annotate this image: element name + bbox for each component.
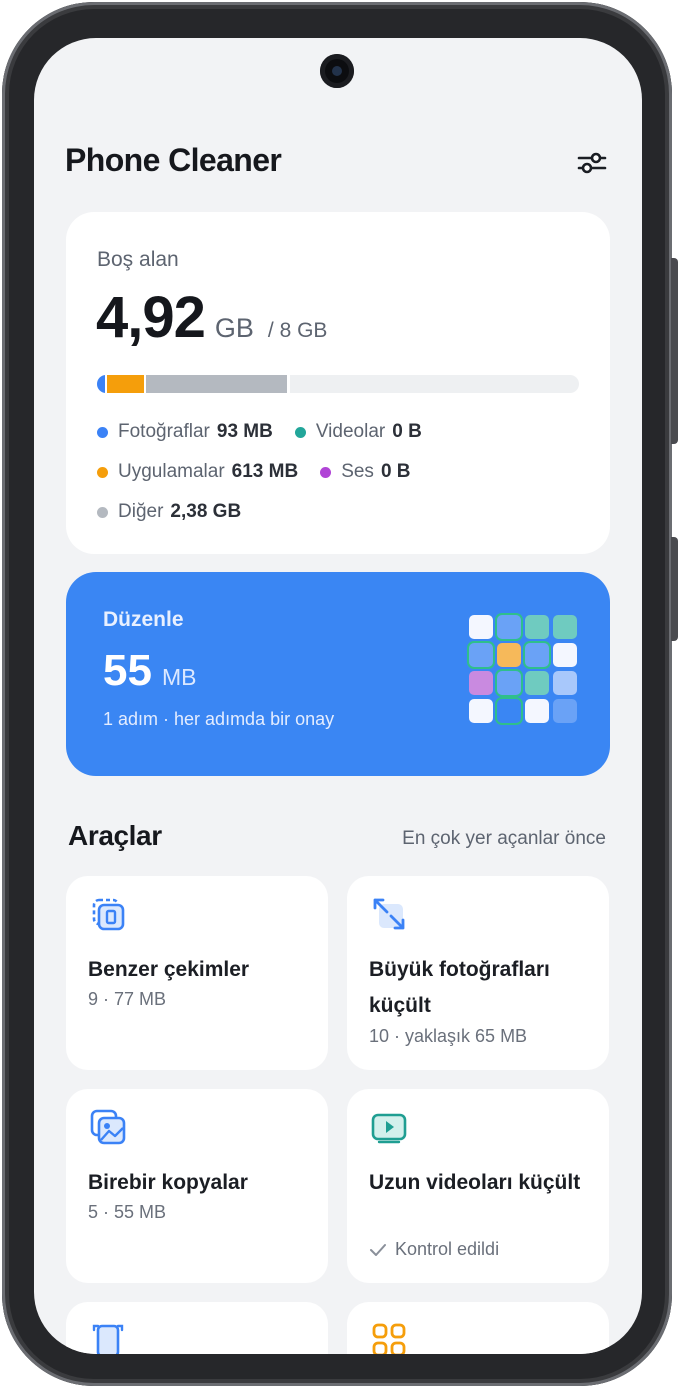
organize-card[interactable]: Düzenle 55 MB 1 adım · her adımda bir on… xyxy=(66,572,610,776)
similar-photos-icon xyxy=(92,898,125,931)
sliders-icon xyxy=(577,152,607,174)
legend-value: 2,38 GB xyxy=(170,501,242,522)
check-icon xyxy=(370,1243,386,1256)
legend-dot xyxy=(97,426,108,438)
legend-dot xyxy=(320,466,332,478)
tool-card-compress-videos[interactable]: Uzun videoları küçült Kontrol edildi xyxy=(347,1089,609,1283)
tool-card-screenshots[interactable] xyxy=(66,1302,328,1354)
app-title: Phone Cleaner xyxy=(65,142,282,178)
compress-arrows-icon xyxy=(373,898,405,930)
free-space-value: 4,92 GB / 8 GB xyxy=(96,284,327,351)
total-space: / 8 GB xyxy=(267,319,328,342)
tool-meta-text: Kontrol edildi xyxy=(395,1239,500,1259)
legend-dot xyxy=(97,506,108,518)
filter-settings-button[interactable] xyxy=(572,146,612,180)
bar-segment-apps xyxy=(107,375,144,393)
tool-card-exact-duplicates[interactable]: Birebir kopyalar 5 · 55 MB xyxy=(66,1089,328,1283)
free-space-number: 4,92 xyxy=(96,285,206,350)
organize-amount-number: 55 xyxy=(103,646,152,695)
duplicate-images-icon xyxy=(90,1109,126,1145)
organize-title: Düzenle xyxy=(103,608,184,631)
legend-label: Diğer xyxy=(118,501,164,522)
organize-subtitle: 1 adım · her adımda bir onay xyxy=(103,709,335,729)
tool-meta: 10 · yaklaşık 65 MB xyxy=(369,1026,528,1046)
volume-button xyxy=(671,258,678,444)
apps-grid-icon xyxy=(372,1323,406,1354)
storage-legend: Fotoğraflar 93 MB Videolar 0 B Uygulamal… xyxy=(97,412,587,532)
tool-meta: 5 · 55 MB xyxy=(88,1202,167,1222)
tool-name: Benzer çekimler xyxy=(88,958,250,981)
tool-card-similar-shots[interactable]: Benzer çekimler 9 · 77 MB xyxy=(66,876,328,1070)
legend-item-photos: Fotoğraflar 93 MB xyxy=(97,421,273,443)
video-play-icon xyxy=(371,1113,407,1144)
legend-item-other: Diğer 2,38 GB xyxy=(97,501,241,523)
bar-segment-photos xyxy=(97,375,105,393)
organize-amount-unit: MB xyxy=(161,664,197,690)
storage-usage-bar xyxy=(97,375,579,393)
legend-value: 0 B xyxy=(380,461,411,482)
tools-sort-label[interactable]: En çok yer açanlar önce xyxy=(402,828,606,850)
tool-meta: 9 · 77 MB xyxy=(88,989,167,1009)
legend-value: 613 MB xyxy=(231,461,299,482)
tool-name: Birebir kopyalar xyxy=(88,1171,248,1194)
tool-name: Büyük fotoğrafları küçült xyxy=(369,958,550,1017)
free-space-label: Boş alan xyxy=(97,248,179,271)
legend-label: Fotoğraflar xyxy=(118,421,210,442)
bar-segment-other xyxy=(145,375,288,393)
tool-card-compress-photos[interactable]: Büyük fotoğrafları küçült 10 · yaklaşık … xyxy=(347,876,609,1070)
free-space-unit: GB xyxy=(214,313,254,343)
legend-dot xyxy=(294,426,306,438)
legend-value: 93 MB xyxy=(216,421,273,442)
legend-label: Uygulamalar xyxy=(118,461,225,482)
screen: Phone Cleaner Boş alan 4,92 GB / 8 GB Fo… xyxy=(34,38,642,1354)
storage-card[interactable]: Boş alan 4,92 GB / 8 GB Fotoğraflar 93 M… xyxy=(66,212,610,554)
tool-name: Uzun videoları küçült xyxy=(369,1171,581,1194)
tool-card-apps[interactable] xyxy=(347,1302,609,1354)
legend-label: Ses xyxy=(341,461,374,482)
legend-value: 0 B xyxy=(392,421,422,442)
power-button xyxy=(671,537,678,641)
photo-grid-illustration xyxy=(469,615,579,725)
legend-item-apps: Uygulamalar 613 MB xyxy=(97,461,298,483)
bar-gap xyxy=(287,375,291,393)
screenshot-icon xyxy=(92,1324,124,1354)
organize-amount: 55 MB xyxy=(103,646,196,696)
tool-meta: Kontrol edildi xyxy=(369,1239,499,1260)
legend-item-videos: Videolar 0 B xyxy=(294,421,422,443)
legend-item-audio: Ses 0 B xyxy=(320,461,411,483)
front-camera xyxy=(320,54,354,88)
tools-title: Araçlar xyxy=(68,820,162,851)
legend-dot xyxy=(97,466,108,478)
legend-label: Videolar xyxy=(315,421,386,442)
